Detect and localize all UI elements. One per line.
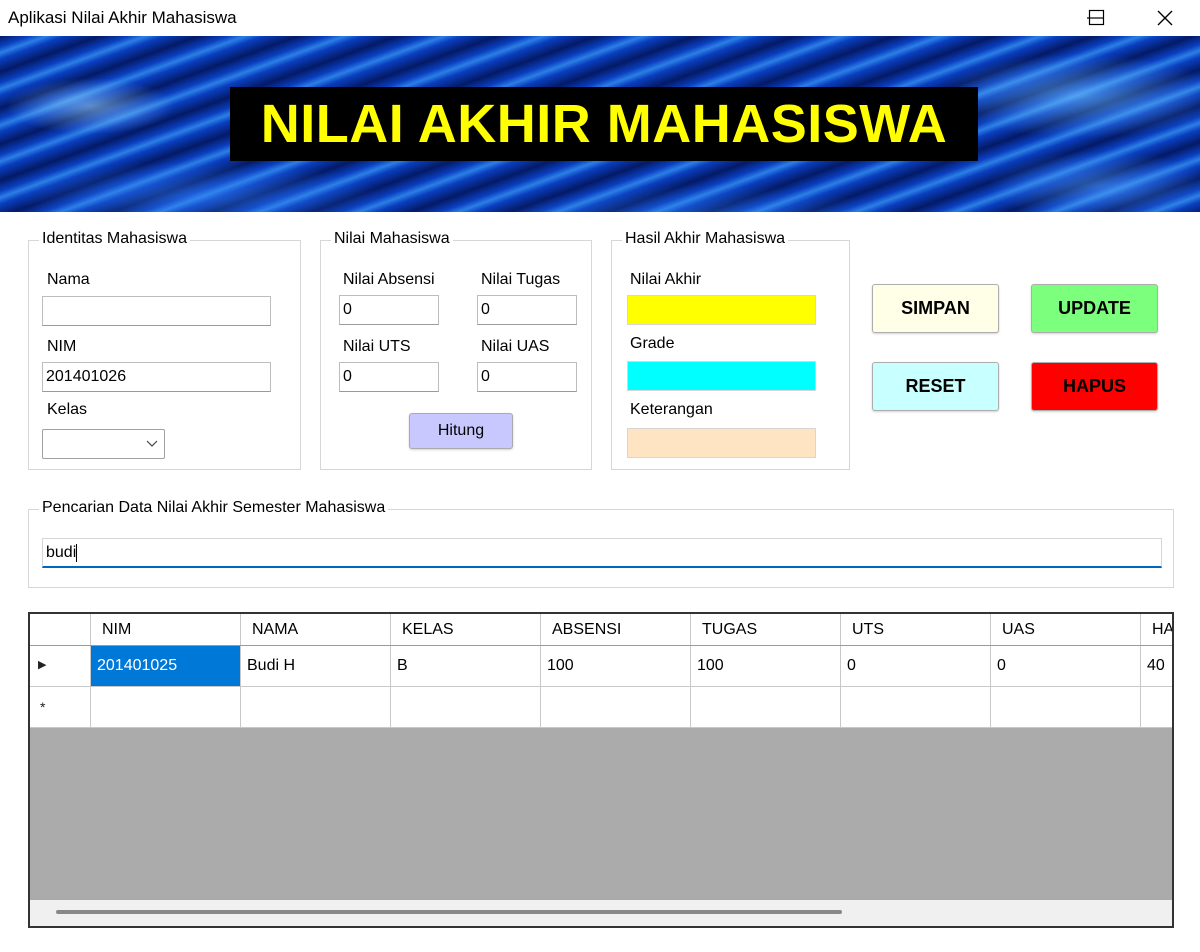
tugas-input[interactable]: 0 bbox=[477, 295, 577, 325]
nilai-group: Nilai Mahasiswa Nilai Absensi 0 Nilai Tu… bbox=[320, 230, 592, 470]
absensi-input[interactable]: 0 bbox=[339, 295, 439, 325]
window-title: Aplikasi Nilai Akhir Mahasiswa bbox=[8, 8, 237, 27]
search-input[interactable]: budi bbox=[42, 538, 1162, 568]
grade-label: Grade bbox=[630, 335, 675, 352]
hasil-legend: Hasil Akhir Mahasiswa bbox=[622, 230, 789, 248]
cell-uts[interactable]: 0 bbox=[841, 646, 991, 686]
cell-tugas[interactable]: 100 bbox=[691, 646, 841, 686]
reset-button[interactable]: RESET bbox=[872, 362, 999, 411]
new-cell-uas[interactable] bbox=[991, 687, 1141, 727]
cell-absensi[interactable]: 100 bbox=[541, 646, 691, 686]
new-cell-tugas[interactable] bbox=[691, 687, 841, 727]
row-header-new[interactable]: * bbox=[30, 687, 91, 727]
hasil-group: Hasil Akhir Mahasiswa Nilai Akhir Grade … bbox=[611, 230, 850, 470]
column-header-tugas[interactable]: TUGAS bbox=[691, 614, 841, 645]
grid-corner-cell bbox=[30, 614, 91, 645]
column-header-nim[interactable]: NIM bbox=[91, 614, 241, 645]
cell-nim[interactable]: 201401025 bbox=[91, 646, 241, 686]
nim-input[interactable]: 201401026 bbox=[42, 362, 271, 392]
row-header-current[interactable]: ▶ bbox=[30, 646, 91, 686]
keterangan-output bbox=[627, 428, 816, 458]
text-caret bbox=[76, 543, 78, 562]
banner-title: NILAI AKHIR MAHASISWA bbox=[230, 87, 978, 161]
new-cell-nama[interactable] bbox=[241, 687, 391, 727]
cell-uas[interactable]: 0 bbox=[991, 646, 1141, 686]
simpan-button[interactable]: SIMPAN bbox=[872, 284, 999, 333]
window-titlebar: Aplikasi Nilai Akhir Mahasiswa bbox=[0, 0, 1200, 36]
chevron-down-icon bbox=[146, 440, 158, 447]
column-header-absensi[interactable]: ABSENSI bbox=[541, 614, 691, 645]
uas-label: Nilai UAS bbox=[481, 338, 550, 355]
cell-kelas[interactable]: B bbox=[391, 646, 541, 686]
column-header-uts[interactable]: UTS bbox=[841, 614, 991, 645]
kelas-label: Kelas bbox=[47, 401, 88, 418]
new-cell-kelas[interactable] bbox=[391, 687, 541, 727]
uts-label: Nilai UTS bbox=[343, 338, 411, 355]
data-grid[interactable]: NIM NAMA KELAS ABSENSI TUGAS UTS UAS HA … bbox=[28, 612, 1174, 928]
nilai-akhir-output bbox=[627, 295, 816, 325]
update-button[interactable]: UPDATE bbox=[1031, 284, 1158, 333]
cell-ha[interactable]: 40 bbox=[1141, 646, 1172, 686]
header-banner: NILAI AKHIR MAHASISWA bbox=[0, 36, 1200, 212]
close-button[interactable] bbox=[1130, 0, 1200, 36]
current-row-indicator-icon: ▶ bbox=[38, 659, 47, 671]
uts-input[interactable]: 0 bbox=[339, 362, 439, 392]
maximize-button[interactable] bbox=[1086, 0, 1126, 36]
new-row-asterisk-icon: * bbox=[40, 699, 46, 715]
scrollbar-thumb[interactable] bbox=[56, 910, 842, 914]
keterangan-label: Keterangan bbox=[630, 401, 713, 418]
search-group: Pencarian Data Nilai Akhir Semester Maha… bbox=[28, 499, 1174, 588]
uas-input[interactable]: 0 bbox=[477, 362, 577, 392]
tugas-label: Nilai Tugas bbox=[481, 271, 561, 288]
column-header-ha[interactable]: HA bbox=[1141, 614, 1172, 645]
table-row[interactable]: ▶ 201401025 Budi H B 100 100 0 0 40 bbox=[30, 646, 1172, 687]
close-icon bbox=[1157, 10, 1173, 26]
kelas-select[interactable] bbox=[42, 429, 165, 459]
nim-label: NIM bbox=[47, 338, 77, 355]
column-header-nama[interactable]: NAMA bbox=[241, 614, 391, 645]
column-header-kelas[interactable]: KELAS bbox=[391, 614, 541, 645]
horizontal-scrollbar[interactable] bbox=[30, 900, 1172, 926]
hitung-button[interactable]: Hitung bbox=[409, 413, 513, 449]
nilai-legend: Nilai Mahasiswa bbox=[331, 230, 453, 248]
grid-header-row: NIM NAMA KELAS ABSENSI TUGAS UTS UAS HA bbox=[30, 614, 1172, 646]
cell-nama[interactable]: Budi H bbox=[241, 646, 391, 686]
column-header-uas[interactable]: UAS bbox=[991, 614, 1141, 645]
new-cell-uts[interactable] bbox=[841, 687, 991, 727]
nilai-akhir-label: Nilai Akhir bbox=[630, 271, 702, 288]
search-input-value: budi bbox=[46, 544, 77, 561]
new-cell-absensi[interactable] bbox=[541, 687, 691, 727]
nama-label: Nama bbox=[47, 271, 90, 288]
new-cell-nim[interactable] bbox=[91, 687, 241, 727]
grade-output bbox=[627, 361, 816, 391]
nama-input[interactable] bbox=[42, 296, 271, 326]
absensi-label: Nilai Absensi bbox=[343, 271, 435, 288]
new-cell-ha[interactable] bbox=[1141, 687, 1172, 727]
maximize-icon bbox=[1088, 9, 1105, 26]
table-new-row[interactable]: * bbox=[30, 687, 1172, 728]
search-legend: Pencarian Data Nilai Akhir Semester Maha… bbox=[39, 499, 389, 517]
hapus-button[interactable]: HAPUS bbox=[1031, 362, 1158, 411]
identitas-legend: Identitas Mahasiswa bbox=[39, 230, 190, 248]
identitas-group: Identitas Mahasiswa Nama NIM 201401026 K… bbox=[28, 230, 301, 470]
